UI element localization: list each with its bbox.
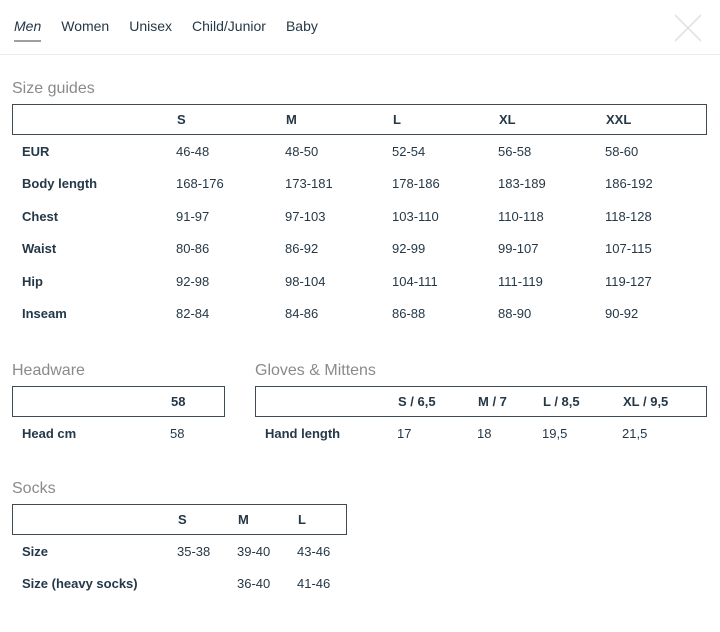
gloves-mittens-title: Gloves & Mittens bbox=[255, 361, 707, 380]
size-guides-section: Size guides S M L XL XXL EUR 46-48 48-50… bbox=[12, 79, 707, 330]
size-guides-title: Size guides bbox=[12, 79, 707, 98]
cell-value: 110-118 bbox=[498, 209, 605, 224]
table-row-body-length: Body length 168-176 173-181 178-186 183-… bbox=[12, 168, 707, 201]
cell-value: 18 bbox=[477, 426, 542, 441]
column-header-m7: M / 7 bbox=[478, 394, 543, 409]
cell-value: 46-48 bbox=[176, 144, 285, 159]
table-row-eur: EUR 46-48 48-50 52-54 56-58 58-60 bbox=[12, 135, 707, 168]
cell-value: 36-40 bbox=[237, 576, 297, 591]
category-tabs: Men Women Unisex Child/Junior Baby bbox=[0, 0, 720, 42]
row-label: Chest bbox=[12, 209, 176, 224]
row-label: EUR bbox=[12, 144, 176, 159]
table-row-hip: Hip 92-98 98-104 104-111 111-119 119-127 bbox=[12, 265, 707, 298]
row-label: Size bbox=[12, 544, 177, 559]
tab-bar: Men Women Unisex Child/Junior Baby bbox=[0, 0, 720, 55]
size-guides-table-body: EUR 46-48 48-50 52-54 56-58 58-60 Body l… bbox=[12, 135, 707, 330]
row-label: Waist bbox=[12, 241, 176, 256]
column-header-s: S bbox=[177, 112, 286, 127]
headware-title: Headware bbox=[12, 361, 225, 380]
cell-value: 92-98 bbox=[176, 274, 285, 289]
cell-value: 82-84 bbox=[176, 306, 285, 321]
column-header-s: S bbox=[178, 512, 238, 527]
table-row-head-cm: Head cm 58 bbox=[12, 417, 225, 449]
cell-value: 43-46 bbox=[297, 544, 347, 559]
headware-section: Headware 58 Head cm 58 bbox=[12, 361, 225, 449]
tab-baby[interactable]: Baby bbox=[286, 18, 318, 42]
column-header-m: M bbox=[238, 512, 298, 527]
cell-value: 173-181 bbox=[285, 176, 392, 191]
tab-men[interactable]: Men bbox=[14, 18, 41, 42]
cell-value: 58-60 bbox=[605, 144, 707, 159]
cell-value: 17 bbox=[397, 426, 477, 441]
cell-value: 41-46 bbox=[297, 576, 707, 591]
column-header-s65: S / 6,5 bbox=[398, 394, 478, 409]
cell-value: 103-110 bbox=[392, 209, 498, 224]
cell-value: 56-58 bbox=[498, 144, 605, 159]
headware-header-row: 58 bbox=[12, 386, 225, 417]
cell-value: 86-88 bbox=[392, 306, 498, 321]
cell-value: 107-115 bbox=[605, 241, 707, 256]
cell-value: 97-103 bbox=[285, 209, 392, 224]
size-guide-content: Size guides S M L XL XXL EUR 46-48 48-50… bbox=[12, 79, 707, 599]
tab-child-junior[interactable]: Child/Junior bbox=[192, 18, 266, 42]
row-label: Inseam bbox=[12, 306, 176, 321]
column-header-xl95: XL / 9,5 bbox=[623, 394, 706, 409]
socks-title: Socks bbox=[12, 479, 707, 498]
table-row-size-heavy-socks: Size (heavy socks) 36-40 41-46 bbox=[12, 567, 707, 599]
cell-value: 35-38 bbox=[177, 544, 237, 559]
size-guides-header-row: S M L XL XXL bbox=[12, 104, 707, 135]
gloves-mittens-section: Gloves & Mittens S / 6,5 M / 7 L / 8,5 X… bbox=[255, 361, 707, 449]
cell-value: 48-50 bbox=[285, 144, 392, 159]
column-header-58: 58 bbox=[171, 394, 224, 409]
cell-value: 58 bbox=[170, 426, 225, 441]
tab-women[interactable]: Women bbox=[61, 18, 109, 42]
close-icon[interactable] bbox=[673, 13, 703, 43]
table-row-waist: Waist 80-86 86-92 92-99 99-107 107-115 bbox=[12, 233, 707, 266]
cell-value: 86-92 bbox=[285, 241, 392, 256]
socks-section: Socks S M L Size 35-38 39-40 43-46 Size … bbox=[12, 479, 707, 599]
column-header-l85: L / 8,5 bbox=[543, 394, 623, 409]
column-header-xxl: XXL bbox=[606, 112, 706, 127]
column-header-l: L bbox=[298, 512, 346, 527]
tab-unisex[interactable]: Unisex bbox=[129, 18, 172, 42]
table-row-hand-length: Hand length 17 18 19,5 21,5 bbox=[255, 417, 707, 449]
row-label: Size (heavy socks) bbox=[12, 576, 177, 591]
cell-value: 178-186 bbox=[392, 176, 498, 191]
socks-header-row: S M L bbox=[12, 504, 347, 535]
cell-value: 99-107 bbox=[498, 241, 605, 256]
table-row-size: Size 35-38 39-40 43-46 bbox=[12, 535, 347, 567]
row-label: Head cm bbox=[12, 426, 170, 441]
cell-value: 88-90 bbox=[498, 306, 605, 321]
column-header-m: M bbox=[286, 112, 393, 127]
cell-value: 186-192 bbox=[605, 176, 707, 191]
headware-gloves-row: Headware 58 Head cm 58 Gloves & Mittens … bbox=[12, 361, 707, 449]
cell-value: 21,5 bbox=[622, 426, 707, 441]
cell-value: 183-189 bbox=[498, 176, 605, 191]
table-row-chest: Chest 91-97 97-103 103-110 110-118 118-1… bbox=[12, 200, 707, 233]
gloves-header-row: S / 6,5 M / 7 L / 8,5 XL / 9,5 bbox=[255, 386, 707, 417]
cell-value: 92-99 bbox=[392, 241, 498, 256]
cell-value: 168-176 bbox=[176, 176, 285, 191]
row-label: Hip bbox=[12, 274, 176, 289]
table-row-inseam: Inseam 82-84 84-86 86-88 88-90 90-92 bbox=[12, 298, 707, 331]
row-label: Body length bbox=[12, 176, 176, 191]
cell-value: 118-128 bbox=[605, 209, 707, 224]
column-header-l: L bbox=[393, 112, 499, 127]
row-label: Hand length bbox=[255, 426, 397, 441]
cell-value: 104-111 bbox=[392, 274, 498, 289]
cell-value: 19,5 bbox=[542, 426, 622, 441]
cell-value: 91-97 bbox=[176, 209, 285, 224]
cell-value: 119-127 bbox=[605, 274, 707, 289]
cell-value: 39-40 bbox=[237, 544, 297, 559]
cell-value: 90-92 bbox=[605, 306, 707, 321]
cell-value: 80-86 bbox=[176, 241, 285, 256]
cell-value: 52-54 bbox=[392, 144, 498, 159]
cell-value: 98-104 bbox=[285, 274, 392, 289]
column-header-xl: XL bbox=[499, 112, 606, 127]
cell-value: 84-86 bbox=[285, 306, 392, 321]
cell-value: 111-119 bbox=[498, 274, 605, 289]
